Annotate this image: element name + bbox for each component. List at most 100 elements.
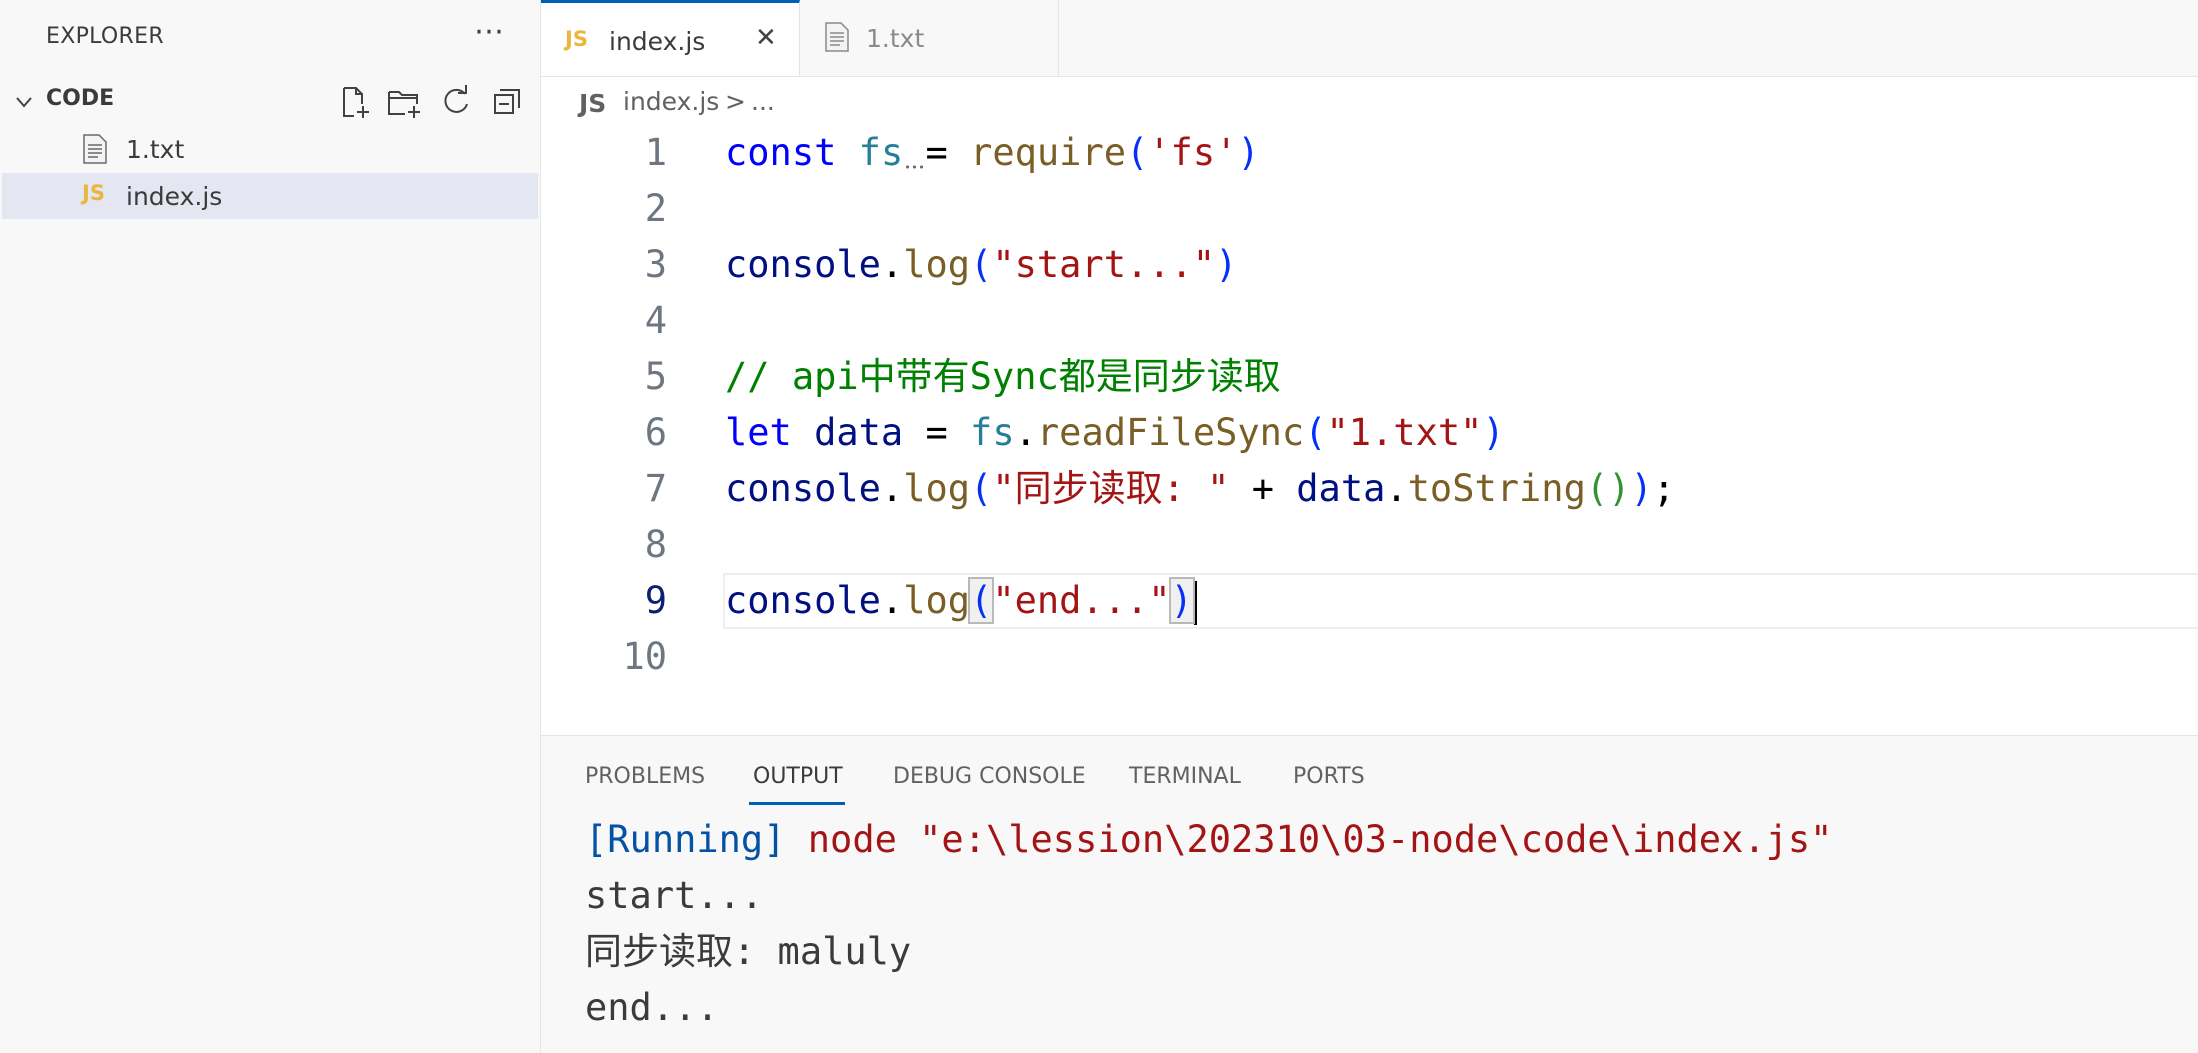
text-file-icon bbox=[83, 134, 107, 164]
code-token: . bbox=[880, 243, 904, 286]
code-token: ( bbox=[1304, 411, 1327, 454]
collapse-all-icon[interactable] bbox=[490, 84, 526, 120]
code-line[interactable]: 8 bbox=[541, 517, 2198, 573]
folder-section-header[interactable]: CODE bbox=[0, 82, 540, 120]
tab-1txt[interactable]: 1.txt bbox=[800, 0, 1059, 76]
code-token: fs bbox=[970, 411, 1015, 454]
code-token: . bbox=[880, 579, 904, 622]
file-name: index.js bbox=[126, 182, 223, 211]
code-token: . bbox=[1385, 467, 1408, 510]
code-text: console.log("start...") bbox=[725, 237, 1237, 293]
code-line[interactable]: 2 bbox=[541, 181, 2198, 237]
code-token: toString bbox=[1407, 467, 1586, 510]
code-token: fs bbox=[858, 131, 904, 174]
code-token: ; bbox=[1652, 467, 1675, 510]
line-number: 4 bbox=[644, 299, 667, 342]
code-token: log bbox=[903, 243, 971, 286]
code-token: log bbox=[903, 579, 971, 622]
code-token: console bbox=[725, 467, 881, 510]
code-token: . bbox=[880, 467, 904, 510]
file-name: 1.txt bbox=[126, 135, 185, 164]
tab-label: index.js bbox=[609, 27, 706, 56]
code-token: data bbox=[1296, 467, 1386, 510]
code-token: 'fs' bbox=[1148, 131, 1238, 174]
explorer-sidebar: EXPLORER ⋯ CODE 1.txt JS index.js bbox=[0, 0, 541, 1053]
js-file-icon: JS bbox=[82, 181, 105, 205]
output-line: 同步读取: maluly bbox=[585, 930, 912, 973]
code-token: "start..." bbox=[992, 243, 1216, 286]
code-token: ) bbox=[1482, 411, 1505, 454]
breadcrumb-file[interactable]: index.js bbox=[623, 87, 719, 116]
file-item-1txt[interactable]: 1.txt bbox=[2, 126, 538, 172]
code-token: ( bbox=[970, 467, 993, 510]
js-file-icon: JS bbox=[579, 89, 607, 118]
code-token: "end..." bbox=[992, 579, 1171, 622]
active-tab-indicator bbox=[749, 802, 845, 805]
chevron-down-icon bbox=[16, 97, 32, 108]
code-editor[interactable]: 1 const fs = require('fs') 2 3 console.log("… bbox=[541, 125, 2198, 736]
code-text: console.log("end...") bbox=[725, 573, 1197, 629]
line-number: 9 bbox=[644, 579, 667, 622]
bottom-panel: PROBLEMS OUTPUT DEBUG CONSOLE TERMINAL P… bbox=[541, 736, 2198, 1053]
code-token: . bbox=[1014, 411, 1037, 454]
code-text: console.log("同步读取: " + data.toString()); bbox=[725, 461, 1675, 517]
code-line[interactable]: 6 let data = fs.readFileSync("1.txt") bbox=[541, 405, 2198, 461]
code-line[interactable]: 5 // api中带有Sync都是同步读取 bbox=[541, 349, 2198, 405]
code-line[interactable]: 4 bbox=[541, 293, 2198, 349]
code-token: console bbox=[725, 579, 881, 622]
tab-terminal[interactable]: TERMINAL bbox=[1129, 764, 1241, 789]
code-token: readFileSync bbox=[1036, 411, 1305, 454]
tab-label: 1.txt bbox=[866, 24, 925, 53]
tab-ports[interactable]: PORTS bbox=[1293, 764, 1365, 789]
line-number: 3 bbox=[644, 243, 667, 286]
code-token: log bbox=[903, 467, 971, 510]
code-token: "同步读取: " bbox=[992, 467, 1230, 510]
line-number: 8 bbox=[644, 523, 667, 566]
code-line[interactable]: 9 console.log("end...") bbox=[541, 573, 2198, 629]
code-line[interactable]: 10 bbox=[541, 629, 2198, 685]
code-token: ( bbox=[968, 577, 995, 624]
tab-output[interactable]: OUTPUT bbox=[753, 764, 843, 789]
line-number: 1 bbox=[644, 131, 667, 174]
code-text: // api中带有Sync都是同步读取 bbox=[725, 349, 1281, 405]
running-tag: [Running] bbox=[585, 818, 786, 861]
tab-debug-console[interactable]: DEBUG CONSOLE bbox=[893, 764, 1086, 789]
code-line[interactable]: 3 console.log("start...") bbox=[541, 237, 2198, 293]
line-number: 7 bbox=[644, 467, 667, 510]
breadcrumb-symbols[interactable]: ... bbox=[751, 87, 775, 116]
code-token: + bbox=[1229, 467, 1297, 510]
code-token: ) bbox=[1237, 131, 1260, 174]
line-number: 5 bbox=[644, 355, 667, 398]
code-token: const bbox=[725, 131, 837, 174]
editor-tab-bar: JS index.js ✕ 1.txt bbox=[541, 0, 2198, 77]
run-command: node "e:\lession\202310\03-node\code\ind… bbox=[807, 818, 1833, 861]
new-file-icon[interactable] bbox=[336, 84, 372, 120]
line-number: 10 bbox=[622, 635, 667, 678]
text-file-icon bbox=[825, 22, 849, 52]
code-text: const fs = require('fs') bbox=[725, 125, 1260, 181]
file-item-indexjs[interactable]: JS index.js bbox=[2, 173, 538, 219]
js-file-icon: JS bbox=[565, 27, 588, 51]
code-token: "1.txt" bbox=[1326, 411, 1483, 454]
code-token: ( bbox=[1126, 131, 1149, 174]
line-number: 6 bbox=[644, 411, 667, 454]
code-token: let bbox=[725, 411, 792, 454]
close-icon[interactable]: ✕ bbox=[755, 23, 777, 53]
code-token: ) bbox=[1168, 577, 1195, 624]
text-cursor bbox=[1193, 580, 1197, 625]
refresh-icon[interactable] bbox=[438, 84, 474, 120]
tab-indexjs[interactable]: JS index.js ✕ bbox=[541, 0, 800, 76]
code-token: data bbox=[814, 411, 904, 454]
more-actions-button[interactable]: ⋯ bbox=[474, 14, 504, 49]
code-token: // api中带有Sync都是同步读取 bbox=[725, 355, 1281, 398]
explorer-title: EXPLORER bbox=[46, 24, 164, 49]
code-line[interactable]: 7 console.log("同步读取: " + data.toString())… bbox=[541, 461, 2198, 517]
code-line[interactable]: 1 const fs = require('fs') bbox=[541, 125, 2198, 181]
output-line: end... bbox=[585, 986, 719, 1029]
new-folder-icon[interactable] bbox=[386, 84, 422, 120]
line-number: 2 bbox=[644, 187, 667, 230]
tab-problems[interactable]: PROBLEMS bbox=[585, 764, 705, 789]
code-text: let data = fs.readFileSync("1.txt") bbox=[725, 405, 1505, 461]
